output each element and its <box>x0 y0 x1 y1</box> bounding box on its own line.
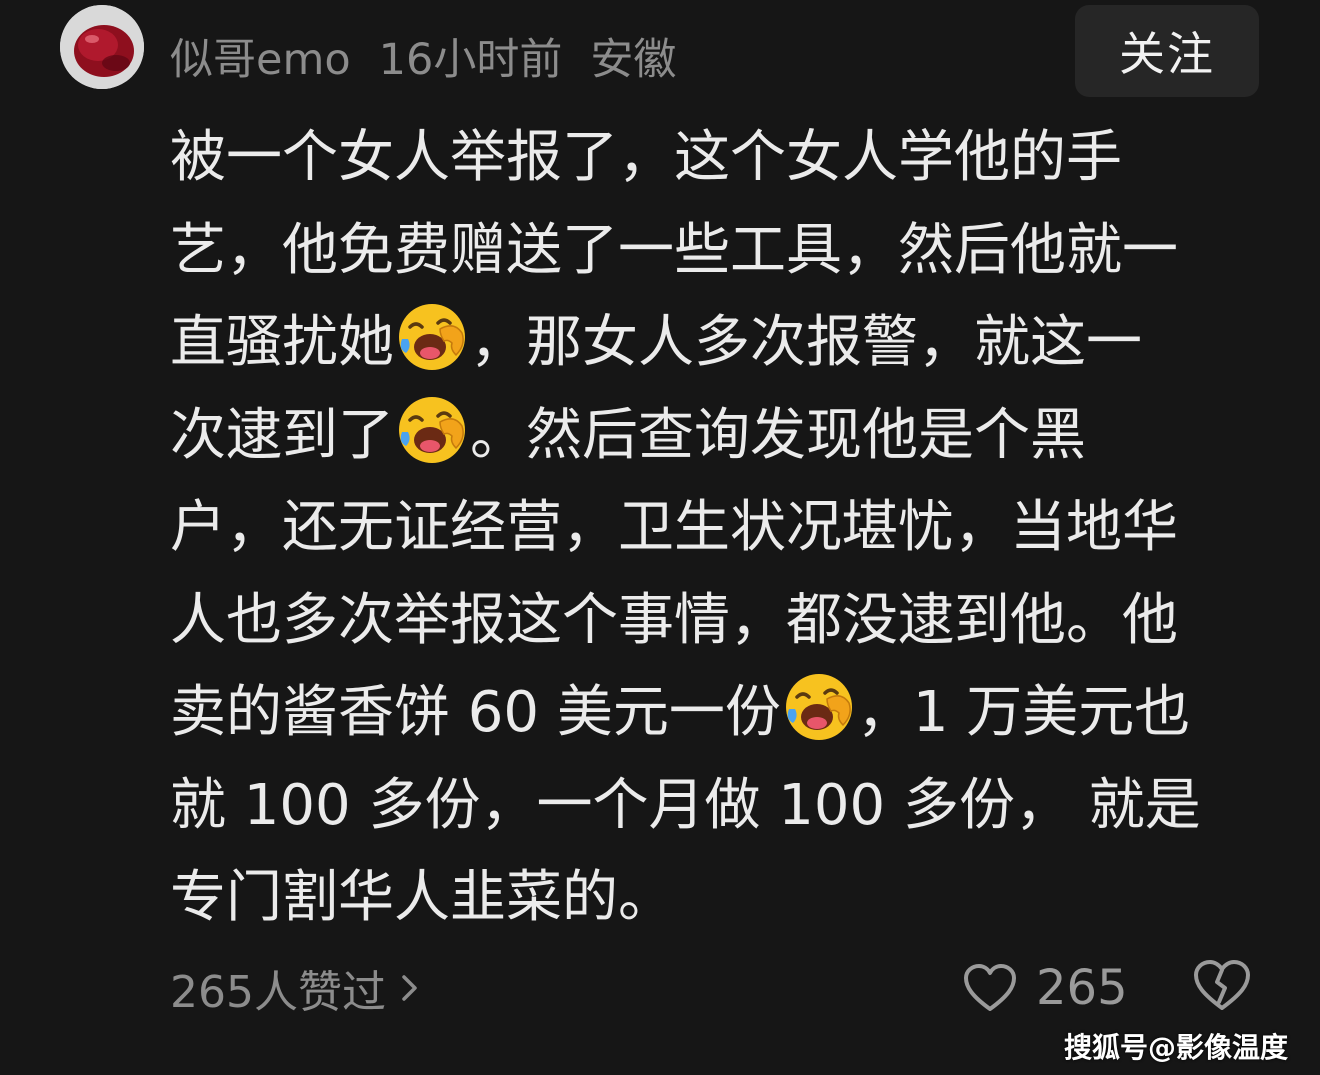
avatar[interactable] <box>60 5 144 89</box>
time-ago: 16小时前 <box>378 35 563 85</box>
username[interactable]: 似哥emo <box>170 25 351 87</box>
comment-text-segment: 卖的酱香饼 60 美元一份 <box>170 680 781 745</box>
laughing-crying-emoji-icon <box>399 396 465 463</box>
comment-line: 次逮到了 。然后查询发现他是个黑 <box>170 390 1265 483</box>
comment-text-segment: 直骚扰她 <box>170 310 394 375</box>
likes-summary-label: 265人赞过 <box>170 967 386 1018</box>
comment-text: 被一个女人举报了，这个女人学他的手 艺，他免费赠送了一些工具，然后他就一 直骚扰她 ，… <box>170 112 1265 945</box>
laughing-crying-emoji-icon <box>785 674 852 740</box>
heart-outline-icon <box>964 964 1016 1011</box>
likes-summary-link[interactable]: 265人赞过 <box>170 958 420 1018</box>
location: 安徽 <box>590 35 677 85</box>
chevron-right-icon <box>402 975 417 1001</box>
comment-text-segment: ，1 万美元也 <box>856 680 1191 745</box>
broken-heart-icon <box>1194 960 1250 1010</box>
follow-button[interactable]: 关注 <box>1075 5 1259 97</box>
comment-text-segment: ，那女人多次报警，就这一 <box>470 310 1142 375</box>
comment-line: 专门割华人韭菜的。 <box>170 865 674 930</box>
laughing-crying-emoji-icon <box>399 304 465 370</box>
watermark: 搜狐号@影像温度 <box>1063 1031 1288 1064</box>
like-count: 265 <box>1036 960 1128 1016</box>
like-button[interactable]: 265 <box>962 958 1128 1018</box>
comment-line: 卖的酱香饼 60 美元一份 ，1 万美元也 <box>170 667 1265 760</box>
comment-line: 直骚扰她 ，那女人多次报警，就这一 <box>170 297 1265 390</box>
dislike-button[interactable] <box>1192 958 1252 1018</box>
comment-line: 就 100 多份，一个月做 100 多份， 就是 <box>170 772 1201 838</box>
comment-line: 户，还无证经营，卫生状况堪忧，当地华 <box>170 495 1178 560</box>
comment-line: 艺，他免费赠送了一些工具，然后他就一 <box>170 217 1178 283</box>
red-apple-avatar-icon <box>60 5 144 89</box>
comment-text-segment: 。然后查询发现他是个黑 <box>470 402 1086 468</box>
comment-line: 被一个女人举报了，这个女人学他的手 <box>170 125 1122 190</box>
comment-text-segment: 次逮到了 <box>170 402 394 468</box>
comment-meta: 似哥emo 16小时前 安徽 <box>170 26 704 86</box>
comment-line: 人也多次举报这个事情，都没逮到他。他 <box>170 587 1178 653</box>
